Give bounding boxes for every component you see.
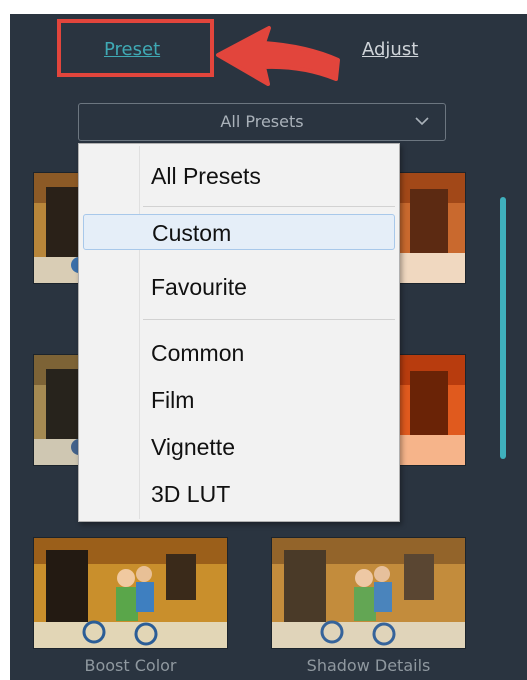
- menu-item-custom[interactable]: Custom: [83, 214, 395, 250]
- annotation-arrow-icon: [216, 26, 340, 86]
- menu-separator: [143, 206, 395, 207]
- preset-thumbnail-shadow-details[interactable]: [271, 537, 466, 649]
- menu-item-all-presets[interactable]: All Presets: [83, 158, 395, 194]
- menu-item-label: Film: [151, 387, 195, 413]
- preset-thumbnail-label: Boost Color: [84, 656, 177, 675]
- menu-item-label: 3D LUT: [151, 481, 231, 507]
- menu-separator: [143, 319, 395, 320]
- menu-item-common[interactable]: Common: [83, 335, 395, 371]
- preset-category-select[interactable]: All Presets: [78, 103, 446, 141]
- menu-item-vignette[interactable]: Vignette: [83, 429, 395, 465]
- preset-category-menu: All Presets Custom Favourite Common Film…: [78, 143, 400, 522]
- menu-item-label: Common: [151, 340, 245, 366]
- preset-thumbnail-boost-color[interactable]: [33, 537, 228, 649]
- chevron-down-icon: [415, 117, 429, 126]
- menu-item-3d-lut[interactable]: 3D LUT: [83, 476, 395, 512]
- annotation-highlight-box: [57, 19, 214, 77]
- scrollbar-thumb[interactable]: [500, 197, 506, 459]
- tab-adjust[interactable]: Adjust: [362, 39, 418, 60]
- menu-item-film[interactable]: Film: [83, 382, 395, 418]
- menu-item-label: Custom: [152, 220, 232, 246]
- menu-item-label: Favourite: [151, 274, 247, 300]
- menu-item-label: Vignette: [151, 434, 235, 460]
- menu-item-label: All Presets: [151, 163, 261, 189]
- preset-select-value: All Presets: [220, 112, 304, 131]
- preset-thumbnail-label: Shadow Details: [306, 656, 431, 675]
- menu-item-favourite[interactable]: Favourite: [83, 269, 395, 305]
